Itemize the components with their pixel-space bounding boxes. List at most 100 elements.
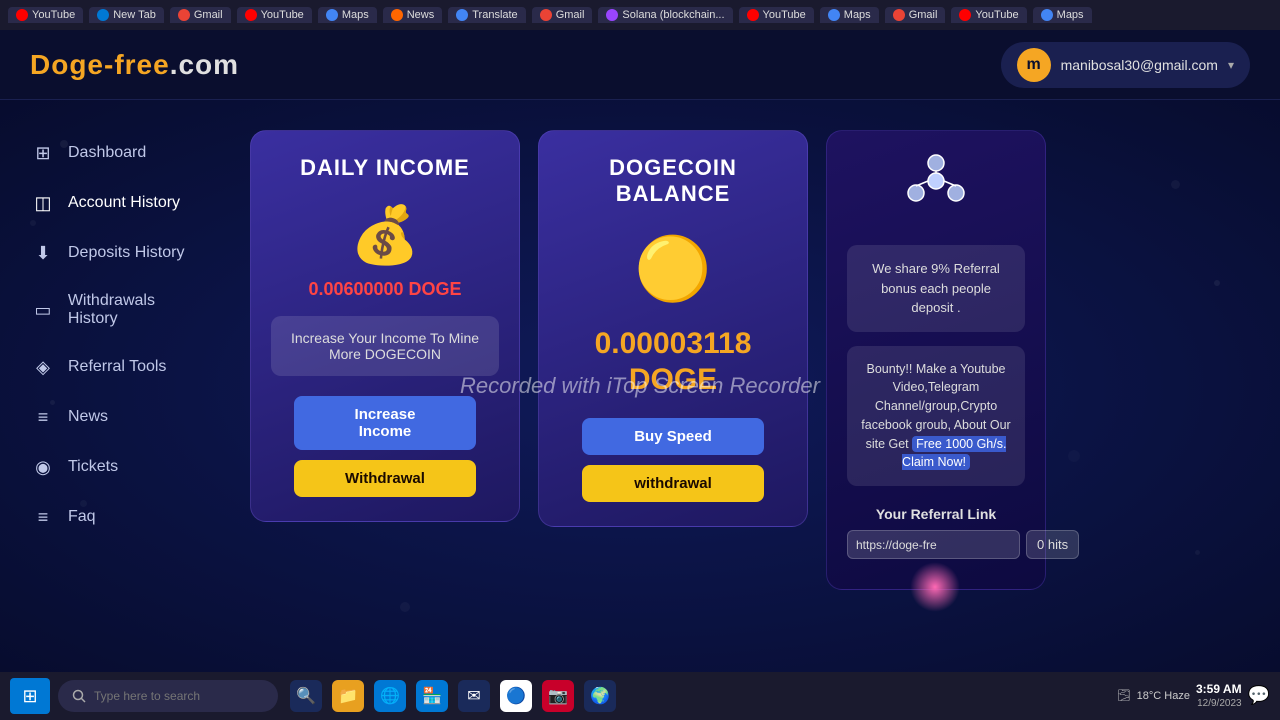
tab-youtube-3[interactable]: YouTube — [739, 7, 814, 23]
dogecoin-balance-title: DOGECOIN BALANCE — [559, 155, 787, 207]
sidebar-label-account-history: Account History — [68, 194, 180, 212]
referral-link-row: 0 hits — [847, 530, 1025, 559]
tab-youtube-3-label: YouTube — [763, 9, 806, 21]
weather-icon: 🌫 — [1117, 689, 1131, 702]
youtube-tab-icon-2 — [245, 9, 257, 21]
news-tab-icon — [391, 9, 403, 21]
history-icon: ◫ — [32, 192, 54, 214]
bounty-text: Bounty!! Make a Youtube Video,Telegram C… — [847, 346, 1025, 487]
tab-gmail-3[interactable]: Gmail — [885, 7, 946, 23]
sidebar-item-withdrawals-history[interactable]: ▭ Withdrawals History — [8, 280, 232, 340]
daily-income-info: Increase Your Income To Mine More DOGECO… — [271, 316, 499, 376]
logo-com: .com — [170, 49, 239, 80]
bounty-highlight: Free 1000 Gh/s. Claim Now! — [902, 436, 1006, 471]
referral-network-icon — [906, 151, 966, 223]
daily-income-card: DAILY INCOME 💰 0.00600000 DOGE Increase … — [250, 130, 520, 522]
tab-newtab[interactable]: New Tab — [89, 7, 164, 23]
sidebar-item-faq[interactable]: ≡ Faq — [8, 494, 232, 540]
tab-youtube-2[interactable]: YouTube — [237, 7, 312, 23]
cards-area: DAILY INCOME 💰 0.00600000 DOGE Increase … — [240, 100, 1280, 672]
taskbar-search-button[interactable]: 🔍 — [290, 680, 322, 712]
time-display: 3:59 AM — [1196, 681, 1242, 698]
dogecoin-balance-amount: 0.00003118 DOGE — [595, 326, 752, 398]
buy-speed-button[interactable]: Buy Speed — [582, 418, 764, 455]
tab-gmail-1[interactable]: Gmail — [170, 7, 231, 23]
hits-badge: 0 hits — [1026, 530, 1079, 559]
app-header: Doge-free.com m manibosal30@gmail.com ▾ — [0, 30, 1280, 100]
deposits-icon: ⬇ — [32, 242, 54, 264]
notification-icon[interactable]: 💬 — [1248, 685, 1270, 706]
withdrawal-button-daily[interactable]: Withdrawal — [294, 460, 476, 497]
tab-gmail-1-label: Gmail — [194, 9, 223, 21]
taskbar-chrome[interactable]: 🔵 — [500, 680, 532, 712]
tab-maps-2-label: Maps — [844, 9, 871, 21]
taskbar: ⊞ 🔍 📁 🌐 🏪 ✉ 🔵 📷 🌍 🌫 18°C Haze 3:59 AM 12… — [0, 672, 1280, 720]
maps-tab-icon-2 — [828, 9, 840, 21]
taskbar-icons: 🔍 📁 🌐 🏪 ✉ 🔵 📷 🌍 — [290, 680, 616, 712]
withdrawal-button-doge[interactable]: withdrawal — [582, 465, 764, 502]
tab-news[interactable]: News — [383, 7, 443, 23]
referral-link-input[interactable] — [847, 530, 1020, 559]
dogecoin-balance-card: DOGECOIN BALANCE 🟡 0.00003118 DOGE Buy S… — [538, 130, 808, 527]
tab-youtube-2-label: YouTube — [261, 9, 304, 21]
clock: 3:59 AM 12/9/2023 — [1196, 681, 1242, 712]
edge-tab-icon — [97, 9, 109, 21]
tab-gmail-2[interactable]: Gmail — [532, 7, 593, 23]
gmail-tab-icon-3 — [893, 9, 905, 21]
doge-coin-icon: 🟡 — [634, 233, 711, 306]
taskbar-file-explorer[interactable]: 📁 — [332, 680, 364, 712]
sidebar-label-news: News — [68, 408, 108, 426]
taskbar-store[interactable]: 🏪 — [416, 680, 448, 712]
youtube-tab-icon — [16, 9, 28, 21]
tab-translate-label: Translate — [472, 9, 517, 21]
withdrawals-icon: ▭ — [32, 299, 54, 321]
sidebar-item-tickets[interactable]: ◉ Tickets — [8, 444, 232, 490]
start-button[interactable]: ⊞ — [10, 678, 50, 714]
sidebar-item-account-history[interactable]: ◫ Account History — [8, 180, 232, 226]
browser-tab-bar: YouTube New Tab Gmail YouTube Maps News … — [0, 0, 1280, 30]
tab-maps-1[interactable]: Maps — [318, 7, 377, 23]
sidebar-label-tickets: Tickets — [68, 458, 118, 476]
tab-solana[interactable]: Solana (blockchain... — [598, 7, 732, 23]
translate-tab-icon — [456, 9, 468, 21]
tab-maps-2[interactable]: Maps — [820, 7, 879, 23]
taskbar-app1[interactable]: 📷 — [542, 680, 574, 712]
taskbar-mail[interactable]: ✉ — [458, 680, 490, 712]
taskbar-search-input[interactable] — [94, 689, 254, 703]
sidebar-label-faq: Faq — [68, 508, 96, 526]
app-logo: Doge-free.com — [30, 49, 239, 81]
avatar: m — [1017, 48, 1051, 82]
user-email: manibosal30@gmail.com — [1061, 57, 1218, 73]
sidebar-item-news[interactable]: ≡ News — [8, 394, 232, 440]
tab-translate[interactable]: Translate — [448, 7, 525, 23]
taskbar-right: 🌫 18°C Haze 3:59 AM 12/9/2023 💬 — [1117, 681, 1270, 712]
gmail-tab-icon-2 — [540, 9, 552, 21]
tab-solana-label: Solana (blockchain... — [622, 9, 724, 21]
dashboard-icon: ⊞ — [32, 142, 54, 164]
faq-icon: ≡ — [32, 506, 54, 528]
daily-income-amount: 0.00600000 DOGE — [308, 279, 461, 300]
youtube-tab-icon-3 — [747, 9, 759, 21]
avatar-initial: m — [1026, 56, 1040, 74]
sidebar-item-deposits-history[interactable]: ⬇ Deposits History — [8, 230, 232, 276]
referral-link-section: Your Referral Link 0 hits — [847, 506, 1025, 559]
tab-youtube-4-label: YouTube — [975, 9, 1018, 21]
news-icon: ≡ — [32, 406, 54, 428]
maps-tab-icon-3 — [1041, 9, 1053, 21]
taskbar-app2[interactable]: 🌍 — [584, 680, 616, 712]
tab-gmail-2-label: Gmail — [556, 9, 585, 21]
user-dropdown[interactable]: m manibosal30@gmail.com ▾ — [1001, 42, 1250, 88]
sys-tray: 🌫 18°C Haze — [1117, 689, 1190, 702]
tab-youtube-4[interactable]: YouTube — [951, 7, 1026, 23]
taskbar-search[interactable] — [58, 680, 278, 712]
sidebar-item-dashboard[interactable]: ⊞ Dashboard — [8, 130, 232, 176]
increase-income-button[interactable]: Increase Income — [294, 396, 476, 450]
balance-number: 0.00003118 — [595, 327, 752, 360]
app-wrapper: Doge-free.com m manibosal30@gmail.com ▾ — [0, 30, 1280, 672]
taskbar-edge[interactable]: 🌐 — [374, 680, 406, 712]
tab-maps-3[interactable]: Maps — [1033, 7, 1092, 23]
daily-income-icon: 💰 — [350, 207, 420, 263]
sidebar-item-referral-tools[interactable]: ◈ Referral Tools — [8, 344, 232, 390]
tab-youtube-1[interactable]: YouTube — [8, 7, 83, 23]
tab-youtube-1-label: YouTube — [32, 9, 75, 21]
